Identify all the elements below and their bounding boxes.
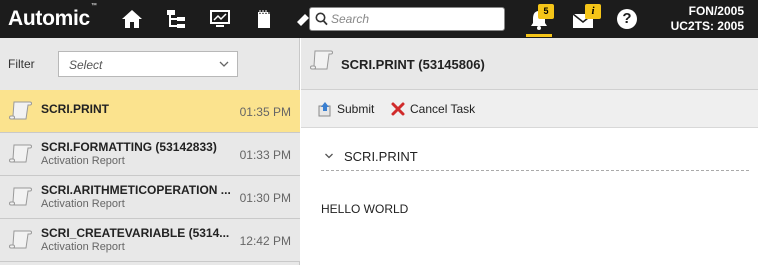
help-icon[interactable]: ? (617, 9, 637, 29)
script-scroll-icon (9, 144, 32, 163)
task-subtitle: Activation Report (41, 155, 125, 167)
submit-icon (318, 102, 331, 117)
report-section-header[interactable]: SCRI.PRINT (321, 145, 749, 171)
search-icon (315, 12, 328, 26)
task-subtitle: Activation Report (41, 241, 125, 253)
filter-select[interactable]: Select (58, 51, 238, 77)
task-list-item[interactable]: SCRI.PRINT 01:35 PM (0, 90, 300, 133)
task-time: 01:33 PM (239, 148, 291, 162)
detail-header: SCRI.PRINT (53145806) (301, 38, 758, 90)
task-list-panel: Filter Select SCRI.PRINT 01:35 PM SCRI.F… (0, 38, 300, 265)
search-box[interactable] (309, 7, 505, 31)
script-scroll-icon (9, 187, 32, 206)
task-list: SCRI.PRINT 01:35 PM SCRI.FORMATTING (531… (0, 90, 300, 262)
task-title: SCRI.ARITHMETICOPERATION ... (41, 183, 231, 197)
notifications-badge: 5 (538, 4, 554, 19)
submit-button[interactable]: Submit (317, 101, 374, 117)
search-input[interactable] (331, 10, 501, 28)
task-time: 12:42 PM (239, 234, 291, 248)
task-detail-panel: SCRI.PRINT (53145806) Submit Cancel Task… (301, 38, 758, 265)
task-time: 01:30 PM (239, 191, 291, 205)
task-subtitle: Activation Report (41, 198, 125, 210)
messages-badge: i (585, 4, 601, 19)
task-list-item[interactable]: SCRI.FORMATTING (53142833) Activation Re… (0, 133, 300, 176)
chevron-down-icon (219, 61, 229, 67)
app-logo[interactable]: Automic™ (8, 3, 97, 31)
home-icon[interactable] (121, 8, 143, 30)
filter-select-value: Select (69, 58, 103, 72)
cancel-task-button[interactable]: Cancel Task (390, 101, 475, 117)
task-list-item[interactable]: SCRI_CREATEVARIABLE (5314... Activation … (0, 219, 300, 262)
script-scroll-icon (310, 50, 333, 70)
wrench-icon[interactable] (297, 8, 309, 30)
task-title: SCRI.FORMATTING (53142833) (41, 140, 217, 154)
user-line-1: FON/2005 (688, 4, 744, 18)
cards-icon[interactable] (253, 8, 275, 30)
task-time: 01:35 PM (239, 105, 291, 119)
task-list-item[interactable]: SCRI.ARITHMETICOPERATION ... Activation … (0, 176, 300, 219)
monitor-icon[interactable] (209, 8, 231, 30)
task-title: SCRI.PRINT (41, 102, 110, 116)
chevron-down-icon[interactable] (324, 152, 334, 160)
section-title: SCRI.PRINT (344, 149, 418, 164)
hierarchy-icon[interactable] (165, 8, 187, 30)
script-scroll-icon (9, 230, 32, 249)
filter-label: Filter (8, 57, 35, 71)
cancel-task-label: Cancel Task (410, 102, 476, 116)
detail-title: SCRI.PRINT (53145806) (341, 57, 485, 72)
script-scroll-icon (9, 101, 32, 120)
report-output: HELLO WORLD (321, 202, 409, 216)
top-bar: Automic™ 5 i ? FON/20 (0, 0, 758, 38)
task-title: SCRI_CREATEVARIABLE (5314... (41, 226, 230, 240)
detail-toolbar: Submit Cancel Task (301, 90, 758, 128)
active-indicator (526, 34, 552, 37)
cancel-x-icon (391, 102, 405, 116)
submit-label: Submit (337, 102, 375, 116)
user-line-2: UC2TS: 2005 (670, 19, 744, 33)
filter-row: Filter Select (0, 38, 300, 90)
user-info[interactable]: FON/2005 UC2TS: 2005 (671, 4, 744, 34)
